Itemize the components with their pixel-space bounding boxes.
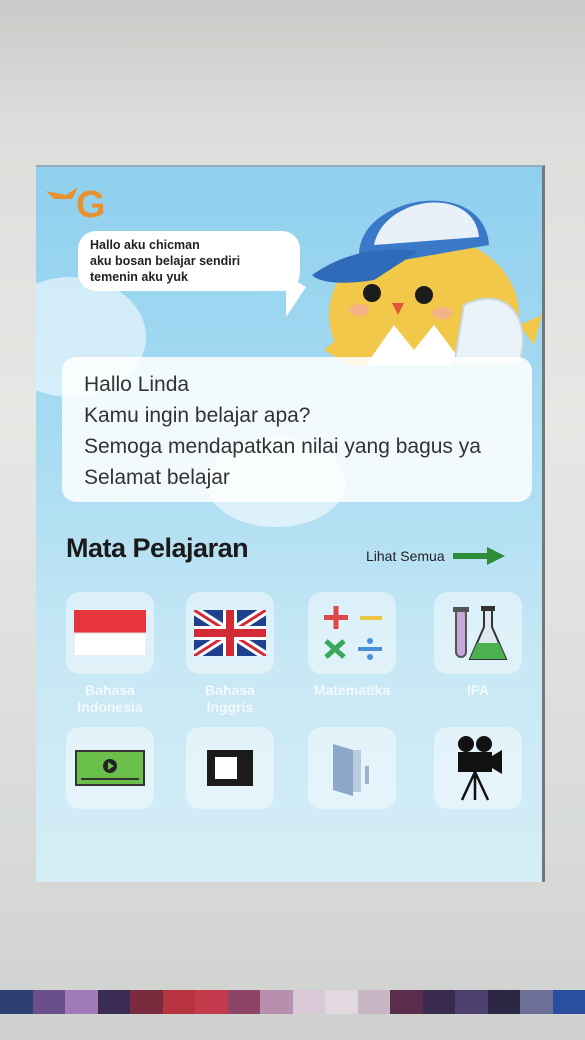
speech-bubble-tail	[286, 275, 306, 317]
subject-label-line: Bahasa	[85, 682, 135, 698]
subject-tile-bahasa-inggris[interactable]	[186, 592, 274, 674]
subject-label-line: Indonesia	[77, 699, 143, 715]
door-icon	[333, 744, 369, 796]
greeting-line: Kamu ingin belajar apa?	[84, 404, 311, 427]
subject-label: Bahasa Inggris	[175, 682, 285, 716]
subject-tile-movie[interactable]	[434, 727, 522, 809]
subjects-section-title: Mata Pelajaran	[66, 533, 249, 563]
greeting-card: Hallo Linda Kamu ingin belajar apa? Semo…	[62, 357, 532, 502]
app-screen: G Hallo aku chicman aku bosan belajar se…	[36, 165, 545, 882]
subject-tile-bahasa-indonesia[interactable]	[66, 592, 154, 674]
math-operators-icon	[324, 606, 382, 660]
indonesia-flag-icon	[74, 610, 146, 656]
speech-line: aku bosan belajar sendiri	[90, 254, 241, 268]
video-icon	[75, 750, 145, 786]
app-logo-icon: G	[46, 184, 106, 221]
subject-label: IPA	[423, 682, 533, 699]
greeting-line: Selamat belajar	[84, 466, 230, 489]
uk-flag-icon	[194, 610, 266, 656]
subject-label-line: Inggris	[206, 699, 254, 715]
chick-mascot-icon	[312, 200, 542, 365]
lab-flask-icon	[453, 606, 508, 660]
subject-tile-video[interactable]	[66, 727, 154, 809]
see-all-link[interactable]: Lihat Semua	[366, 547, 505, 565]
subject-label-line: Matematika	[313, 682, 391, 698]
speech-line: Hallo aku chicman	[90, 238, 200, 252]
subject-tile-door[interactable]	[308, 727, 396, 809]
subject-label-line: IPA	[466, 682, 490, 698]
subject-tile-matematika[interactable]	[308, 592, 396, 674]
greeting-line: Semoga mendapatkan nilai yang bagus ya	[84, 435, 481, 458]
frame-icon	[207, 750, 253, 786]
subject-label: Bahasa Indonesia	[55, 682, 165, 716]
greeting-line: Hallo Linda	[84, 373, 190, 396]
see-all-label: Lihat Semua	[366, 548, 445, 564]
speech-line: temenin aku yuk	[90, 270, 188, 284]
subject-label-line: Bahasa	[205, 682, 255, 698]
subject-tile-ipa[interactable]	[434, 592, 522, 674]
arrow-right-icon	[452, 547, 505, 565]
movie-camera-icon	[458, 736, 502, 801]
monitor-edge-strip	[0, 990, 585, 1014]
subject-label: Matematika	[297, 682, 407, 699]
subject-tile-frame[interactable]	[186, 727, 274, 809]
mascot-speech-bubble: Hallo aku chicman aku bosan belajar send…	[78, 231, 300, 291]
svg-text:G: G	[76, 184, 106, 221]
